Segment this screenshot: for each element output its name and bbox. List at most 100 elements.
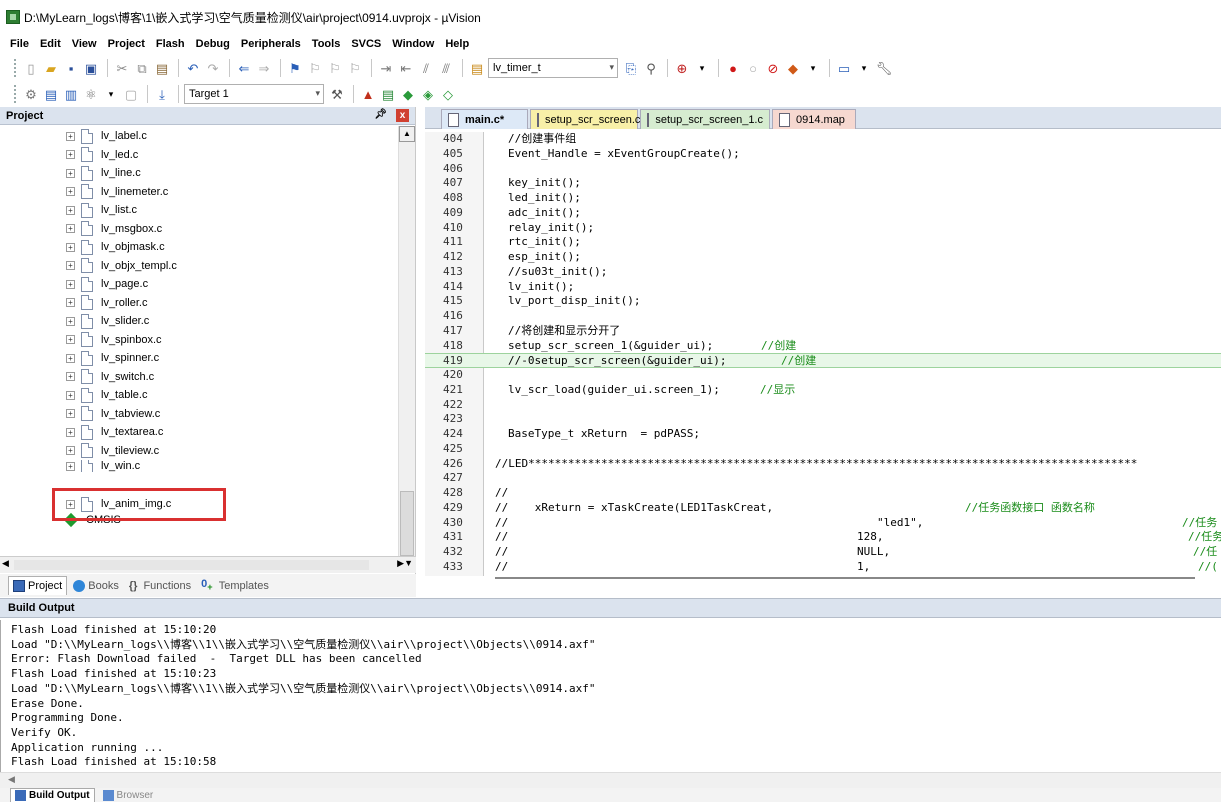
scrollbar-track[interactable] bbox=[14, 560, 369, 570]
breakpoint-icon[interactable]: ● bbox=[724, 59, 742, 77]
code-line[interactable]: 410 relay_init(); bbox=[425, 221, 1221, 236]
menu-file[interactable]: File bbox=[10, 38, 29, 50]
find-icon[interactable]: ⎘ bbox=[622, 59, 640, 77]
save-all-icon[interactable]: ▣ bbox=[82, 59, 100, 77]
pack-installer-icon[interactable]: ◈ bbox=[419, 85, 437, 103]
code-line[interactable]: 416 bbox=[425, 309, 1221, 324]
bookmark-prev-icon[interactable]: ⚐ bbox=[306, 59, 324, 77]
menu-svcs[interactable]: SVCS bbox=[351, 38, 381, 50]
chevron-down-icon[interactable]: ▾ bbox=[693, 59, 711, 77]
code-line[interactable]: 423 bbox=[425, 412, 1221, 427]
expand-icon[interactable]: + bbox=[66, 353, 75, 363]
tab-project[interactable]: Project bbox=[8, 576, 68, 595]
incremental-find-icon[interactable]: ⚲ bbox=[642, 59, 660, 77]
scroll-right-arrow-icon[interactable]: ▶▼ bbox=[397, 558, 413, 569]
code-line[interactable]: 430 // "led1", //任务 bbox=[425, 516, 1221, 531]
close-icon[interactable]: x bbox=[396, 109, 409, 122]
tab-browser[interactable]: Browser bbox=[99, 788, 158, 802]
chevron-down-icon[interactable]: ▾ bbox=[102, 85, 120, 103]
expand-icon[interactable]: + bbox=[66, 242, 75, 252]
tree-item-lv-msgbox[interactable]: + lv_msgbox.c bbox=[66, 220, 162, 238]
tree-item-lv-roller[interactable]: + lv_roller.c bbox=[66, 294, 147, 312]
code-line[interactable]: 414 lv_init(); bbox=[425, 280, 1221, 295]
paste-icon[interactable]: ▤ bbox=[153, 59, 171, 77]
indent-icon[interactable]: ⇥ bbox=[377, 59, 395, 77]
scroll-left-arrow-icon[interactable]: ◀ bbox=[2, 558, 9, 569]
find-in-files-icon[interactable]: ▤ bbox=[468, 59, 486, 77]
project-horizontal-scrollbar[interactable]: ◀ ▶▼ bbox=[0, 556, 416, 573]
code-line[interactable]: 421 lv_scr_load(guider_ui.screen_1); //显示 bbox=[425, 383, 1221, 398]
breakpoint-kill-icon[interactable]: ⊘ bbox=[764, 59, 782, 77]
scroll-up-arrow-icon[interactable]: ▲ bbox=[399, 126, 415, 142]
code-area[interactable]: 404 //创建事件组 405 Event_Handle = xEventGroupC… bbox=[425, 132, 1221, 576]
file-extensions-icon[interactable]: ▤ bbox=[379, 85, 397, 103]
expand-icon[interactable]: + bbox=[66, 187, 75, 196]
build-output-scrollbar[interactable]: ◀ bbox=[0, 772, 1221, 788]
code-line[interactable]: 426 //LED********************************… bbox=[425, 457, 1221, 472]
tab-setup-scr-screen-c[interactable]: setup_scr_screen.c bbox=[530, 109, 640, 129]
code-line[interactable]: 419 //-0setup_scr_screen(&guider_ui); //创建 bbox=[425, 353, 1221, 368]
expand-icon[interactable]: + bbox=[66, 446, 75, 455]
tree-item-lv-objmask[interactable]: + lv_objmask.c bbox=[66, 238, 165, 256]
tree-item-lv-textarea[interactable]: + lv_textarea.c bbox=[66, 423, 163, 441]
nav-forward-icon[interactable]: ⇒ bbox=[255, 59, 273, 77]
menu-window[interactable]: Window bbox=[392, 38, 434, 50]
rebuild-icon[interactable]: ▥ bbox=[62, 85, 80, 103]
code-line[interactable]: 405 Event_Handle = xEventGroupCreate(); bbox=[425, 147, 1221, 162]
configure-icon[interactable]: ◆ bbox=[784, 59, 802, 77]
tree-item-lv-spinner[interactable]: + lv_spinner.c bbox=[66, 349, 159, 367]
code-line[interactable]: 413 //su03t_init(); bbox=[425, 265, 1221, 280]
target-options-icon[interactable]: ⚒ bbox=[328, 85, 346, 103]
expand-icon[interactable]: + bbox=[66, 279, 75, 289]
batch-build-icon[interactable]: ⚛ bbox=[82, 85, 100, 103]
menu-help[interactable]: Help bbox=[445, 38, 469, 50]
expand-icon[interactable]: + bbox=[66, 298, 75, 307]
manage-components-icon[interactable]: ▲ bbox=[359, 85, 377, 103]
code-line[interactable]: 406 bbox=[425, 162, 1221, 177]
expand-icon[interactable]: + bbox=[66, 409, 75, 418]
tree-item-lv-tileview[interactable]: + lv_tileview.c bbox=[66, 442, 159, 460]
tree-item-lv-page[interactable]: + lv_page.c bbox=[66, 275, 148, 293]
tree-item-lv-tabview[interactable]: + lv_tabview.c bbox=[66, 405, 160, 423]
tab-setup-scr-screen-1-c[interactable]: setup_scr_screen_1.c bbox=[640, 109, 770, 129]
code-line[interactable]: 429 // xReturn = xTaskCreate(LED1TaskCrea… bbox=[425, 501, 1221, 516]
tab-build-output[interactable]: Build Output bbox=[10, 788, 95, 802]
tree-item-lv-switch[interactable]: + lv_switch.c bbox=[66, 368, 154, 386]
build-output-text[interactable]: Flash Load finished at 15:10:20 Load "D:\… bbox=[0, 620, 1221, 772]
target-combo[interactable]: Target 1 ▾ bbox=[184, 84, 324, 104]
expand-icon[interactable]: + bbox=[66, 372, 75, 381]
new-file-icon[interactable]: ▯ bbox=[22, 59, 40, 77]
tab-books[interactable]: Books bbox=[69, 576, 123, 595]
code-line[interactable]: 411 rtc_init(); bbox=[425, 235, 1221, 250]
code-line[interactable]: 427 bbox=[425, 471, 1221, 486]
tab-main-c[interactable]: main.c* bbox=[441, 109, 528, 129]
stop-build-icon[interactable]: ▢ bbox=[122, 85, 140, 103]
code-line[interactable]: 420 bbox=[425, 368, 1221, 383]
copy-icon[interactable]: ⧉ bbox=[133, 59, 151, 77]
expand-icon[interactable]: + bbox=[66, 390, 75, 400]
uncomment-icon[interactable]: ⫻ bbox=[437, 59, 455, 77]
menu-peripherals[interactable]: Peripherals bbox=[241, 38, 301, 50]
tree-item-lv-line[interactable]: + lv_line.c bbox=[66, 164, 141, 182]
code-line[interactable]: 417 //将创建和显示分开了 bbox=[425, 324, 1221, 339]
chevron-down-icon[interactable]: ▾ bbox=[315, 88, 320, 99]
expand-icon[interactable]: + bbox=[66, 335, 75, 344]
expand-icon[interactable]: + bbox=[66, 461, 75, 471]
expand-icon[interactable]: + bbox=[66, 168, 75, 178]
tree-item-lv-list[interactable]: + lv_list.c bbox=[66, 201, 137, 219]
code-line[interactable]: 422 bbox=[425, 398, 1221, 413]
code-line[interactable]: 415 lv_port_disp_init(); bbox=[425, 294, 1221, 309]
expand-icon[interactable]: + bbox=[66, 150, 75, 159]
code-line[interactable]: 433 // 1, //( bbox=[425, 560, 1221, 575]
expand-icon[interactable]: + bbox=[66, 205, 75, 215]
menu-edit[interactable]: Edit bbox=[40, 38, 61, 50]
code-line[interactable]: 428 // bbox=[425, 486, 1221, 501]
select-software-packs-icon[interactable]: ◆ bbox=[399, 85, 417, 103]
menu-project[interactable]: Project bbox=[108, 38, 145, 50]
tree-item-lv-linemeter[interactable]: + lv_linemeter.c bbox=[66, 183, 168, 201]
tab-functions[interactable]: {} Functions bbox=[125, 576, 195, 595]
tab-templates[interactable]: 0+ Templates bbox=[197, 576, 273, 595]
run-time-environment-icon[interactable]: ◇ bbox=[439, 85, 457, 103]
expand-icon[interactable]: + bbox=[66, 131, 75, 141]
save-icon[interactable]: ▪ bbox=[62, 59, 80, 77]
